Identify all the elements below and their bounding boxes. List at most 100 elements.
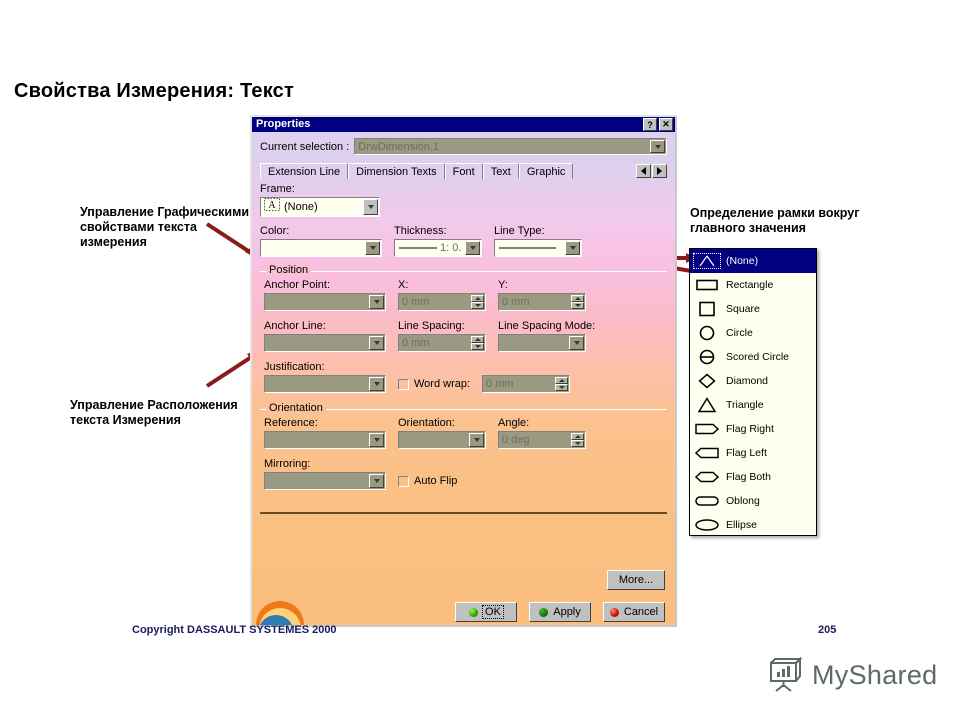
chevron-down-icon[interactable] [469, 433, 484, 447]
word-wrap-checkbox[interactable] [398, 378, 409, 390]
more-button[interactable]: More... [607, 570, 665, 590]
chevron-down-icon[interactable] [369, 336, 384, 350]
frame-scored-circle-icon [694, 349, 720, 365]
position-row-1: Anchor Point: X: 0 mm Y: 0 mm [260, 279, 667, 311]
tab-text[interactable]: Text [482, 163, 519, 179]
frame-diamond-icon [694, 373, 720, 389]
anchor-point-combo[interactable] [264, 293, 386, 311]
list-item-flag-right[interactable]: Flag Right [690, 417, 816, 441]
list-item-label: Flag Left [726, 447, 767, 459]
chevron-down-icon[interactable] [650, 140, 665, 153]
color-cell: Color: [260, 225, 382, 257]
list-item-square[interactable]: Square [690, 297, 816, 321]
chevron-down-icon[interactable] [369, 295, 384, 309]
tab-graphic[interactable]: Graphic [518, 163, 574, 179]
x-label: X: [398, 279, 409, 291]
status-green-ball-icon [469, 607, 479, 617]
chevron-down-icon[interactable] [369, 474, 384, 488]
tab-scroll-prev-icon[interactable] [636, 164, 651, 178]
frame-label: Frame: [260, 183, 295, 195]
dialog-body: Current selection : DrwDimension.1 Exten… [252, 132, 675, 625]
justification-cell: Justification: [264, 361, 386, 393]
auto-flip-row: Auto Flip [398, 472, 457, 490]
list-item-oblong[interactable]: Oblong [690, 489, 816, 513]
x-stepper[interactable] [471, 295, 484, 309]
annotation-text-position: Управление Расположения текста Измерения [70, 398, 238, 427]
line-type-combo[interactable] [494, 239, 582, 257]
list-item-label: (None) [726, 255, 759, 267]
position-row-2: Anchor Line: Line Spacing: 0 mm Line Spa… [260, 320, 667, 352]
auto-flip-checkbox[interactable] [398, 475, 409, 487]
tab-extension-line[interactable]: Extension Line [260, 163, 349, 179]
chevron-down-icon[interactable] [363, 199, 378, 215]
justification-combo[interactable] [264, 375, 386, 393]
mirroring-combo[interactable] [264, 472, 386, 490]
current-selection-value: DrwDimension.1 [358, 140, 439, 153]
angle-cell: Angle: 0 deg [498, 417, 586, 449]
line-spacing-stepper[interactable] [471, 336, 484, 350]
color-label: Color: [260, 225, 290, 237]
tab-scroll-next-icon[interactable] [652, 164, 667, 178]
chevron-down-icon[interactable] [365, 241, 380, 255]
current-selection-combo[interactable]: DrwDimension.1 [354, 138, 667, 155]
frame-oblong-icon [694, 494, 720, 508]
chevron-down-icon[interactable] [569, 336, 584, 350]
color-combo[interactable] [260, 239, 382, 257]
frame-combo[interactable]: A (None) [260, 197, 380, 217]
reference-combo[interactable] [264, 431, 386, 449]
x-input[interactable]: 0 mm [398, 293, 486, 311]
list-item-flag-both[interactable]: Flag Both [690, 465, 816, 489]
thickness-combo[interactable]: 1: 0. [394, 239, 482, 257]
list-item-ellipse[interactable]: Ellipse [690, 513, 816, 537]
line-spacing-input[interactable]: 0 mm [398, 334, 486, 352]
word-wrap-value: 0 mm [486, 378, 514, 390]
tab-scroll-buttons [636, 164, 667, 178]
angle-label: Angle: [498, 417, 530, 429]
angle-input[interactable]: 0 deg [498, 431, 586, 449]
list-item-label: Square [726, 303, 760, 315]
page-number: 205 [818, 624, 837, 636]
chevron-down-icon[interactable] [565, 241, 580, 255]
chevron-down-icon[interactable] [465, 241, 480, 255]
dialog-titlebar[interactable]: Properties ? ✕ [252, 117, 675, 132]
properties-dialog: Properties ? ✕ Current selection : DrwDi… [250, 115, 677, 627]
watermark-text: MyShared [812, 659, 938, 690]
chevron-down-icon[interactable] [369, 377, 384, 391]
y-input[interactable]: 0 mm [498, 293, 586, 311]
word-wrap-input[interactable]: 0 mm [482, 375, 571, 393]
chevron-down-icon[interactable] [369, 433, 384, 447]
dialog-action-buttons: OK Apply Cancel [455, 602, 665, 622]
list-item-flag-left[interactable]: Flag Left [690, 441, 816, 465]
ok-button[interactable]: OK [455, 602, 517, 622]
help-button[interactable]: ? [643, 118, 657, 131]
angle-stepper[interactable] [571, 433, 584, 447]
y-label: Y: [498, 279, 508, 291]
orientation-combo[interactable] [398, 431, 486, 449]
cancel-button[interactable]: Cancel [603, 602, 665, 622]
ok-button-label: OK [482, 605, 504, 619]
line-type-cell: Line Type: [494, 225, 582, 257]
y-stepper[interactable] [571, 295, 584, 309]
tab-dimension-texts[interactable]: Dimension Texts [348, 163, 445, 179]
list-item-rectangle[interactable]: Rectangle [690, 273, 816, 297]
list-item-circle[interactable]: Circle [690, 321, 816, 345]
list-item-scored-circle[interactable]: Scored Circle [690, 345, 816, 369]
anchor-line-combo[interactable] [264, 334, 386, 352]
orientation-row-1: Reference: Orientation: Angle: 0 deg [260, 417, 667, 449]
line-spacing-mode-cell: Line Spacing Mode: [498, 320, 595, 352]
graphic-properties-row: Color: Thickness: 1: 0. Line Type: [260, 225, 667, 257]
list-item-none[interactable]: (None) [690, 249, 816, 273]
list-item-diamond[interactable]: Diamond [690, 369, 816, 393]
close-icon[interactable]: ✕ [659, 118, 673, 131]
frame-triangle-icon [694, 397, 720, 413]
tab-font[interactable]: Font [444, 163, 483, 179]
presentation-board-icon [770, 657, 803, 692]
status-dark-green-ball-icon [539, 607, 549, 617]
line-spacing-mode-combo[interactable] [498, 334, 586, 352]
apply-button[interactable]: Apply [529, 602, 591, 622]
copyright-text: Copyright DASSAULT SYSTEMES 2000 [132, 624, 337, 636]
frame-dropdown-list[interactable]: (None) Rectangle Square Circle Scored Ci… [689, 248, 817, 536]
word-wrap-stepper[interactable] [555, 377, 569, 391]
position-group: Position Anchor Point: X: 0 mm Y: 0 mm A… [260, 264, 667, 393]
list-item-triangle[interactable]: Triangle [690, 393, 816, 417]
